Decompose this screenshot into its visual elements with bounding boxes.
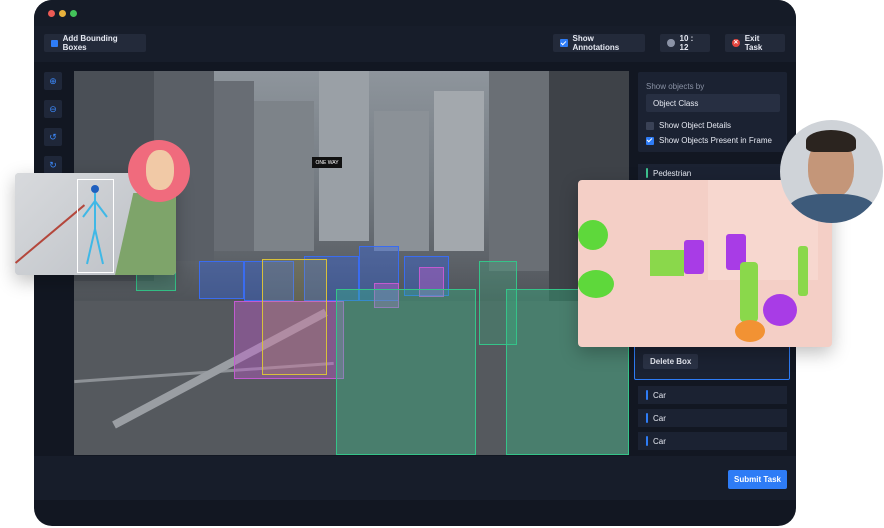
object-label: Car — [653, 436, 666, 446]
checkbox-checked-icon — [560, 39, 568, 47]
close-window-dot[interactable] — [48, 10, 55, 17]
show-objects-present-label: Show Objects Present in Frame — [659, 136, 772, 145]
object-row-car[interactable]: Car — [638, 409, 787, 427]
one-way-sign: ONE WAY — [312, 157, 342, 168]
bounding-box-icon — [51, 39, 58, 47]
building — [319, 71, 369, 241]
show-objects-present-option[interactable]: Show Objects Present in Frame — [646, 136, 772, 145]
segment-plant — [578, 270, 614, 298]
add-bounding-boxes-label: Add Bounding Boxes — [62, 34, 118, 52]
minimize-window-dot[interactable] — [59, 10, 66, 17]
object-class-select[interactable]: Object Class — [646, 94, 780, 112]
segment-bottle — [740, 262, 758, 322]
annotator-avatar — [780, 120, 883, 223]
building — [254, 101, 314, 251]
segment-bottle — [798, 246, 808, 296]
delete-box-button[interactable]: Delete Box — [643, 354, 699, 369]
zoom-in-icon[interactable]: ⊕ — [44, 72, 62, 90]
show-annotations-toggle[interactable]: Show Annotations — [553, 34, 645, 52]
pose-skeleton — [82, 185, 108, 265]
checkbox-checked-icon — [646, 136, 654, 145]
title-bar — [34, 0, 796, 26]
redo-icon[interactable]: ↻ — [44, 156, 62, 174]
car-bounding-box[interactable] — [199, 261, 244, 299]
show-object-details-option[interactable]: Show Object Details — [646, 121, 731, 130]
segment-cup — [684, 240, 704, 274]
object-label: Pedestrian — [653, 168, 692, 178]
clock-icon — [667, 39, 675, 47]
zoom-out-icon[interactable]: ⊖ — [44, 100, 62, 118]
checkbox-unchecked-icon — [646, 121, 654, 130]
task-timer: 10 : 12 — [660, 34, 710, 52]
delete-box-label: Delete Box — [650, 357, 692, 366]
exit-task-button[interactable]: ✕ Exit Task — [725, 34, 785, 52]
building — [374, 111, 429, 251]
undo-icon[interactable]: ↺ — [44, 128, 62, 146]
add-bounding-boxes-button[interactable]: Add Bounding Boxes — [44, 34, 146, 52]
bottom-bar — [34, 456, 796, 500]
maximize-window-dot[interactable] — [70, 10, 77, 17]
class-color-bar — [646, 390, 648, 400]
segment-plant — [578, 220, 608, 250]
selected-object-card: Delete Box — [634, 344, 790, 380]
avatar-shirt — [788, 194, 876, 223]
object-row-car[interactable]: Car — [638, 432, 787, 450]
tool-strip: ⊕ ⊖ ↺ ↻ — [44, 72, 62, 184]
building — [489, 71, 549, 271]
close-circle-icon: ✕ — [732, 39, 740, 47]
avatar-hair — [806, 130, 856, 152]
building — [434, 91, 484, 251]
segment-bowl — [763, 294, 797, 326]
class-color-bar — [646, 436, 648, 446]
class-color-bar — [646, 168, 648, 178]
cyclist-bounding-box[interactable] — [262, 259, 327, 375]
object-row-car[interactable]: Car — [638, 386, 787, 404]
object-label: Car — [653, 413, 666, 423]
display-options-panel: Show objects by Object Class Show Object… — [638, 72, 787, 152]
show-objects-by-label: Show objects by — [646, 82, 705, 91]
submit-task-button[interactable]: Submit Task — [728, 470, 787, 489]
toolbar: Add Bounding Boxes Show Annotations 10 :… — [34, 26, 796, 62]
exit-task-label: Exit Task — [744, 34, 763, 52]
object-label: Car — [653, 390, 666, 400]
timer-value: 10 : 12 — [679, 34, 694, 52]
show-annotations-label: Show Annotations — [572, 34, 620, 52]
show-object-details-label: Show Object Details — [659, 121, 732, 130]
annotator-avatar — [128, 140, 190, 202]
segment-fruit — [735, 320, 765, 342]
pedestrian-bounding-box[interactable] — [336, 289, 476, 455]
building — [214, 81, 254, 251]
segment-object — [650, 250, 684, 276]
class-color-bar — [646, 413, 648, 423]
avatar-face — [146, 150, 174, 190]
